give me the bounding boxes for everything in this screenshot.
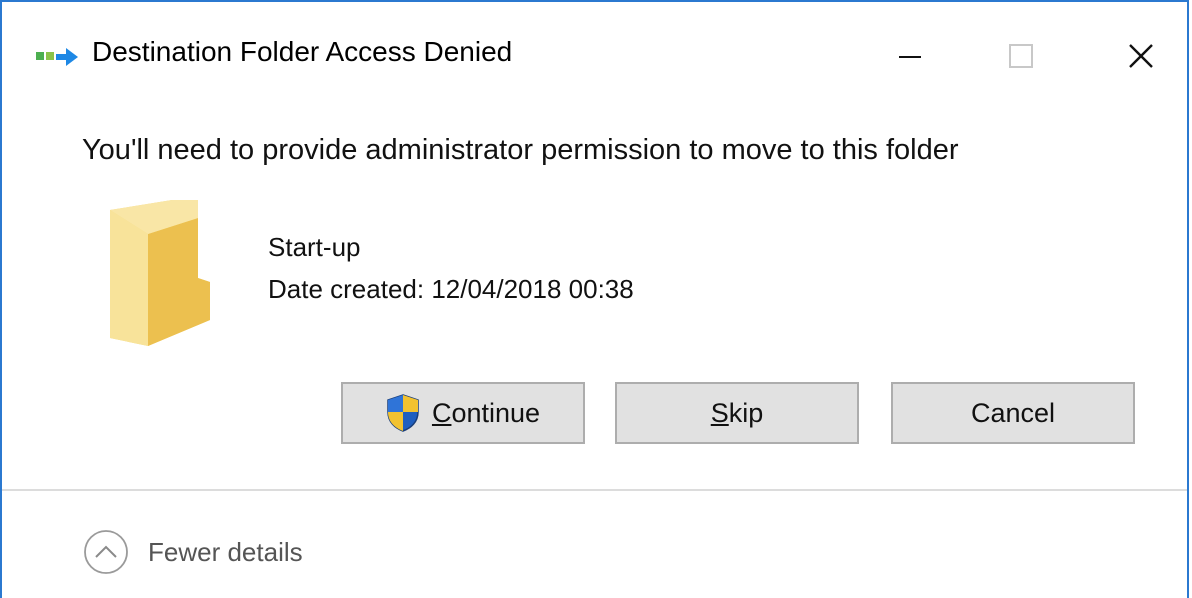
skip-label: Skip [710, 397, 764, 428]
continue-label: Continue [431, 397, 541, 428]
minimize-icon [899, 56, 921, 58]
close-icon [1129, 44, 1153, 68]
folder-icon [110, 200, 210, 346]
uac-shield-icon [387, 394, 419, 432]
footer-divider [2, 489, 1187, 491]
minimize-button[interactable] [875, 26, 945, 86]
maximize-icon [1009, 44, 1033, 68]
dialog-window: Destination Folder Access Denied You'll … [0, 0, 1189, 598]
fewer-details-toggle[interactable]: Fewer details [82, 529, 303, 575]
maximize-button[interactable] [984, 26, 1054, 86]
file-move-icon [36, 48, 78, 66]
continue-button[interactable]: Continue [341, 382, 585, 444]
close-button[interactable] [1102, 26, 1172, 86]
cancel-label: Cancel [970, 397, 1056, 428]
item-name: Start-up [268, 232, 361, 262]
cancel-button[interactable]: Cancel [891, 382, 1135, 444]
fewer-details-label: Fewer details [148, 536, 303, 567]
title-bar[interactable]: Destination Folder Access Denied [2, 2, 1187, 102]
window-title: Destination Folder Access Denied [92, 36, 513, 67]
item-date-created: Date created: 12/04/2018 00:38 [268, 274, 634, 304]
permission-message: You'll need to provide administrator per… [82, 134, 959, 166]
skip-button[interactable]: Skip [615, 382, 859, 444]
chevron-up-circle-icon [84, 530, 128, 574]
